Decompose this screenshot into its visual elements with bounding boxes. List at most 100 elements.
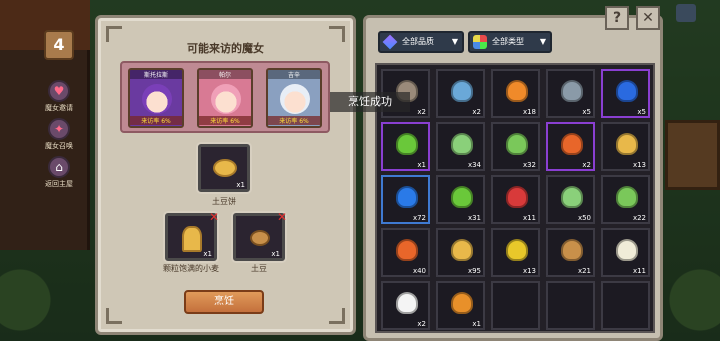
witch-name: 帕尔 bbox=[199, 70, 251, 79]
ingredient-slot-potato[interactable]: x1 ✕ bbox=[233, 210, 287, 261]
inventory-slot[interactable]: x34 bbox=[436, 122, 485, 171]
item-qty: x21 bbox=[577, 267, 591, 275]
ingredient-name: 土豆 bbox=[251, 264, 267, 273]
witch-card[interactable]: 帕尔 来访率 6% bbox=[197, 68, 253, 128]
witch-summon-label: 魔女召唤 bbox=[45, 142, 73, 150]
inventory-slot[interactable]: x22 bbox=[601, 175, 650, 224]
ingredient-icon bbox=[561, 239, 583, 261]
item-qty: x11 bbox=[632, 267, 646, 275]
panel-corner-ornament bbox=[329, 308, 345, 324]
ingredient-icon bbox=[616, 133, 638, 155]
inventory-slot[interactable]: x1 bbox=[381, 122, 430, 171]
witch-portrait bbox=[280, 84, 310, 114]
ingredient-slot-wheat[interactable]: x1 ✕ bbox=[165, 210, 219, 261]
ingredient-icon bbox=[451, 239, 473, 261]
return-home-button[interactable]: ⌂ 返回主屋 bbox=[38, 156, 80, 189]
inventory-slot[interactable]: x2 bbox=[381, 281, 430, 330]
inventory-slot[interactable]: x2 bbox=[436, 69, 485, 118]
result-qty: x1 bbox=[236, 181, 245, 189]
inventory-slot[interactable]: x31 bbox=[436, 175, 485, 224]
type-filter-label: 全部类型 bbox=[492, 37, 524, 46]
witch-card[interactable]: 斯托拉斯 来访率 6% bbox=[128, 68, 184, 128]
ingredient-icon bbox=[506, 186, 528, 208]
ingredient-icon bbox=[561, 80, 583, 102]
ingredient-inventory-panel: 全部品质 ▼ 全部类型 ▼ x2 x2 x18 x5 x5 x1 x34 x32 x2 x13 x7… bbox=[363, 15, 663, 341]
ingredient-name: 颗粒饱满的小麦 bbox=[163, 264, 219, 273]
ingredient-icon bbox=[506, 133, 528, 155]
ingredient-icon bbox=[451, 80, 473, 102]
empty-inventory-slot[interactable] bbox=[491, 281, 540, 330]
item-qty: x95 bbox=[467, 267, 481, 275]
inventory-slot[interactable]: x32 bbox=[491, 122, 540, 171]
witch-card[interactable]: 吉辛 来访率 6% bbox=[266, 68, 322, 128]
inventory-slot[interactable]: x11 bbox=[601, 228, 650, 277]
item-qty: x5 bbox=[637, 108, 646, 116]
inventory-slot[interactable]: x21 bbox=[546, 228, 595, 277]
empty-inventory-slot[interactable] bbox=[601, 281, 650, 330]
potato-icon bbox=[250, 230, 270, 246]
witch-visit-rate: 来访率 6% bbox=[199, 116, 251, 125]
item-qty: x13 bbox=[522, 267, 536, 275]
item-qty: x18 bbox=[522, 108, 536, 116]
witch-summon-button[interactable]: ✦ 魔女召唤 bbox=[38, 118, 80, 151]
inventory-slot[interactable]: x72 bbox=[381, 175, 430, 224]
witch-name: 斯托拉斯 bbox=[130, 70, 182, 79]
item-qty: x40 bbox=[412, 267, 426, 275]
help-button[interactable]: ? bbox=[605, 6, 629, 30]
ingredient-qty: x1 bbox=[203, 250, 212, 258]
witch-list: 斯托拉斯 来访率 6% 帕尔 来访率 6% 吉辛 来访率 6% bbox=[120, 61, 330, 133]
ingredient-icon bbox=[396, 133, 418, 155]
inventory-slot[interactable]: x5 bbox=[546, 69, 595, 118]
inventory-slot[interactable]: x13 bbox=[491, 228, 540, 277]
inventory-slot[interactable]: x40 bbox=[381, 228, 430, 277]
diamond-icon bbox=[382, 34, 398, 50]
inventory-slot[interactable]: x50 bbox=[546, 175, 595, 224]
inventory-slot[interactable]: x13 bbox=[601, 122, 650, 171]
cook-button[interactable]: 烹饪 bbox=[184, 290, 264, 314]
result-dish-name: 土豆饼 bbox=[212, 197, 236, 206]
home-icon: ⌂ bbox=[48, 156, 70, 178]
witch-portrait bbox=[211, 84, 241, 114]
heart-icon: ♥ bbox=[48, 80, 70, 102]
ingredient-icon bbox=[616, 80, 638, 102]
close-button[interactable]: ✕ bbox=[636, 6, 660, 30]
quality-filter-label: 全部品质 bbox=[402, 37, 434, 46]
quality-filter-dropdown[interactable]: 全部品质 ▼ bbox=[378, 31, 464, 53]
item-qty: x31 bbox=[467, 214, 481, 222]
inventory-slot[interactable]: x1 bbox=[436, 281, 485, 330]
chevron-down-icon: ▼ bbox=[451, 37, 458, 46]
inventory-slot[interactable]: x11 bbox=[491, 175, 540, 224]
item-qty: x5 bbox=[582, 108, 591, 116]
ingredient-qty: x1 bbox=[271, 250, 280, 258]
ingredient-icon bbox=[616, 239, 638, 261]
remove-ingredient-icon[interactable]: ✕ bbox=[277, 210, 287, 224]
witch-name: 吉辛 bbox=[268, 70, 320, 79]
remove-ingredient-icon[interactable]: ✕ bbox=[209, 210, 219, 224]
inventory-slot[interactable]: x95 bbox=[436, 228, 485, 277]
empty-inventory-slot[interactable] bbox=[546, 281, 595, 330]
item-qty: x34 bbox=[467, 161, 481, 169]
ingredient-icon bbox=[561, 186, 583, 208]
return-home-label: 返回主屋 bbox=[45, 180, 73, 188]
ingredient-icon bbox=[506, 239, 528, 261]
inventory-slot[interactable]: x2 bbox=[546, 122, 595, 171]
sound-icon[interactable] bbox=[676, 4, 696, 22]
inventory-slot[interactable]: x18 bbox=[491, 69, 540, 118]
ingredient-icon bbox=[451, 133, 473, 155]
item-qty: x72 bbox=[412, 214, 426, 222]
item-qty: x2 bbox=[417, 108, 426, 116]
ingredient-icon bbox=[506, 80, 528, 102]
chevron-down-icon: ▼ bbox=[539, 37, 546, 46]
inventory-grid: x2 x2 x18 x5 x5 x1 x34 x32 x2 x13 x72 x31 x11 x50 x22 x… bbox=[375, 63, 655, 333]
type-filter-dropdown[interactable]: 全部类型 ▼ bbox=[468, 31, 552, 53]
grid-icon bbox=[473, 35, 487, 49]
witch-visit-rate: 来访率 6% bbox=[268, 116, 320, 125]
visiting-witches-title: 可能来访的魔女 bbox=[187, 42, 264, 55]
ingredient-icon bbox=[396, 186, 418, 208]
summon-icon: ✦ bbox=[48, 118, 70, 140]
witch-invite-button[interactable]: ♥ 魔女邀请 bbox=[38, 80, 80, 113]
inventory-slot[interactable]: x5 bbox=[601, 69, 650, 118]
item-qty: x1 bbox=[417, 161, 426, 169]
item-qty: x1 bbox=[472, 320, 481, 328]
result-dish-slot[interactable]: x1 bbox=[198, 144, 250, 192]
